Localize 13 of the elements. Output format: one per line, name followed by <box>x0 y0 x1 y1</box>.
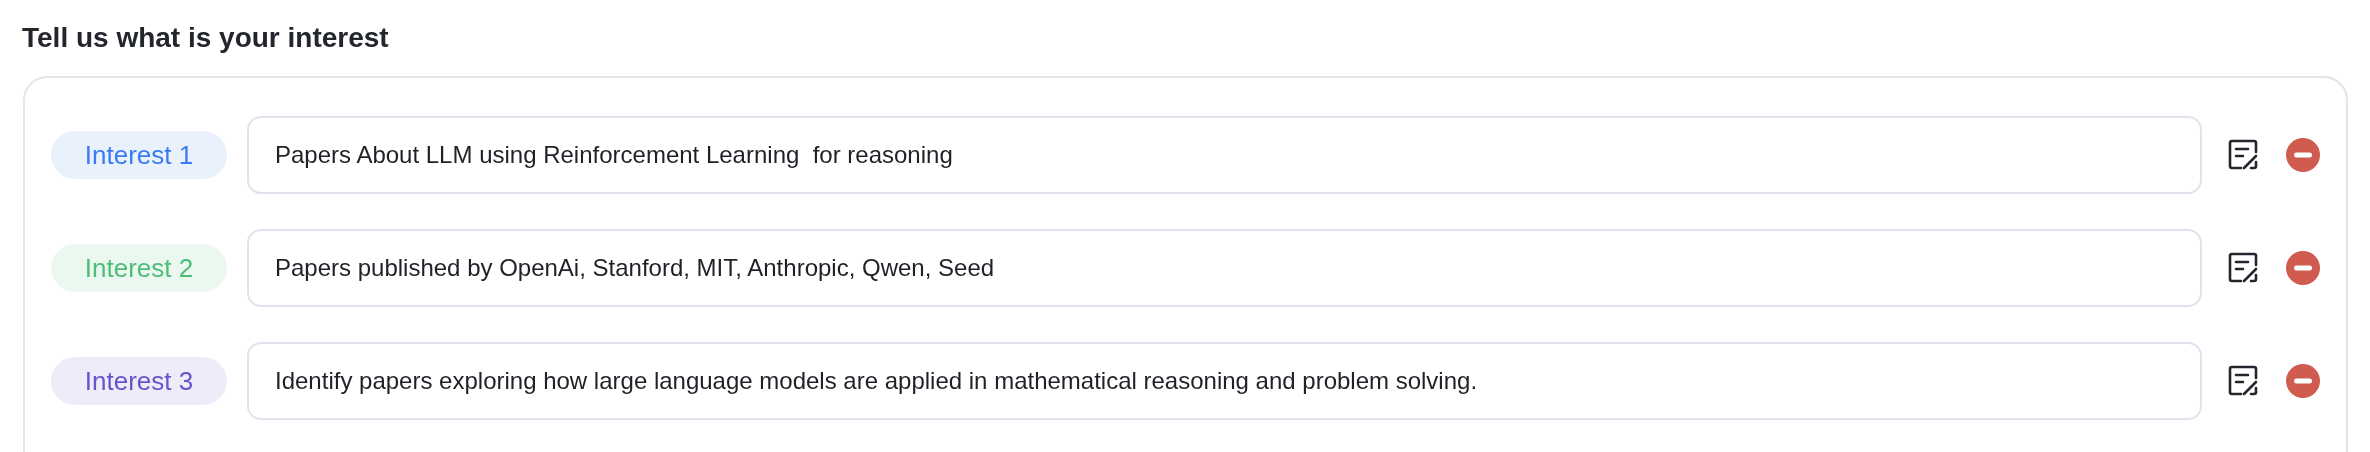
interest-field[interactable]: Papers About LLM using Reinforcement Learning for reasoning <box>247 116 2202 194</box>
section-title: Tell us what is your interest <box>22 21 390 55</box>
interest-tag: Interest 3 <box>51 357 227 405</box>
remove-icon[interactable] <box>2286 138 2320 172</box>
interest-tag: Interest 2 <box>51 244 227 292</box>
interest-field[interactable]: Identify papers exploring how large language models are applied in mathematical reasoning and problem solving. <box>247 342 2202 420</box>
interest-tag: Interest 1 <box>51 131 227 179</box>
edit-icon[interactable] <box>2228 139 2258 171</box>
remove-icon[interactable] <box>2286 364 2320 398</box>
interest-field[interactable]: Papers published by OpenAi, Stanford, MIT, Anthropic, Qwen, Seed <box>247 229 2202 307</box>
remove-icon[interactable] <box>2286 251 2320 285</box>
edit-icon[interactable] <box>2228 252 2258 284</box>
edit-icon[interactable] <box>2228 365 2258 397</box>
